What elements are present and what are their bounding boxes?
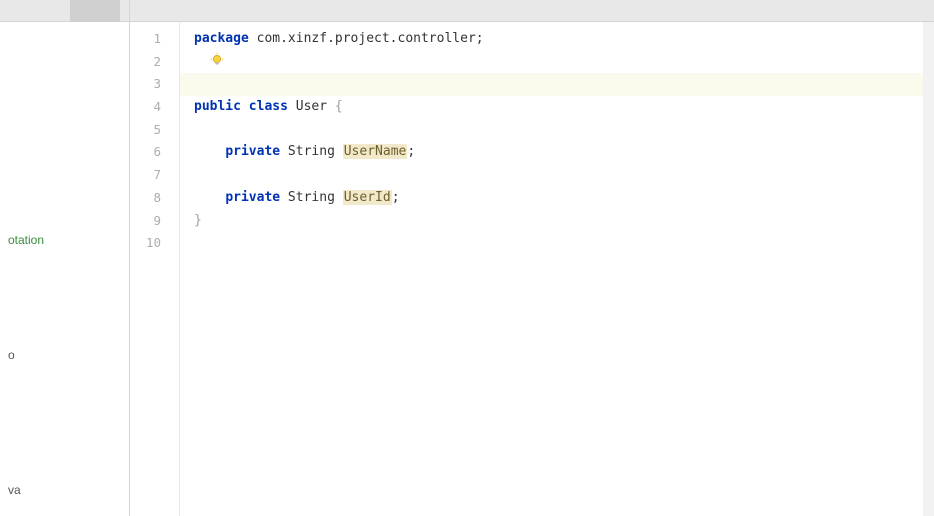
line-number: 7 (130, 164, 161, 187)
line-number: 1 (130, 28, 161, 51)
intention-bulb-icon[interactable] (210, 53, 224, 67)
open-brace: { (335, 99, 343, 114)
close-brace: } (194, 213, 202, 228)
semicolon: ; (476, 31, 484, 46)
keyword-public: public (194, 99, 241, 114)
code-area[interactable]: package com.xinzf.project.controller; pu… (180, 22, 934, 516)
semicolon: ; (392, 190, 400, 205)
keyword-package: package (194, 31, 249, 46)
keyword-class: class (249, 99, 288, 114)
side-panel-item-annotation[interactable]: otation (0, 230, 129, 250)
side-panel-spacer (0, 250, 129, 345)
line-number: 10 (130, 232, 161, 255)
line-number: 6 (130, 141, 161, 164)
side-panel-tab-strip (0, 0, 129, 22)
code-line[interactable]: public class User { (194, 96, 934, 119)
editor-body: 1 2 3 4 5 6 7 8 9 10 package com.xinzf.p… (130, 22, 934, 516)
side-panel-item[interactable]: va (0, 480, 129, 500)
package-path: com.xinzf.project.controller (249, 31, 476, 46)
line-number: 2 (130, 51, 161, 74)
field-name-warning: UserId (343, 190, 392, 205)
code-line[interactable]: } (194, 210, 934, 233)
code-line[interactable] (194, 51, 934, 74)
side-panel-spacer (0, 365, 129, 480)
line-number: 8 (130, 187, 161, 210)
keyword-private: private (225, 144, 280, 159)
code-line[interactable] (194, 232, 934, 255)
editor-scrollbar[interactable] (923, 22, 934, 516)
line-number: 4 (130, 96, 161, 119)
editor-area: 1 2 3 4 5 6 7 8 9 10 package com.xinzf.p… (130, 0, 934, 516)
type-string: String (280, 144, 343, 159)
line-number: 3 (130, 73, 161, 96)
code-line-current[interactable] (180, 73, 934, 96)
side-panel-body: otation o va (0, 22, 129, 500)
keyword-private: private (225, 190, 280, 205)
type-string: String (280, 190, 343, 205)
line-number-gutter: 1 2 3 4 5 6 7 8 9 10 (130, 22, 180, 516)
line-number: 9 (130, 210, 161, 233)
ide-root: otation o va 1 2 3 4 5 6 7 8 9 10 packag (0, 0, 934, 516)
side-panel-spacer (0, 30, 129, 230)
code-line[interactable] (194, 119, 934, 142)
code-line[interactable] (194, 164, 934, 187)
class-name: User (288, 99, 335, 114)
side-panel-active-tab[interactable] (70, 0, 120, 22)
code-line[interactable]: private String UserName; (194, 141, 934, 164)
line-number: 5 (130, 119, 161, 142)
side-panel-item[interactable]: o (0, 345, 129, 365)
field-name-warning: UserName (343, 144, 408, 159)
editor-tab-strip[interactable] (130, 0, 934, 22)
side-panel: otation o va (0, 0, 130, 516)
semicolon: ; (407, 144, 415, 159)
code-line[interactable]: package com.xinzf.project.controller; (194, 28, 934, 51)
code-line[interactable]: private String UserId; (194, 187, 934, 210)
